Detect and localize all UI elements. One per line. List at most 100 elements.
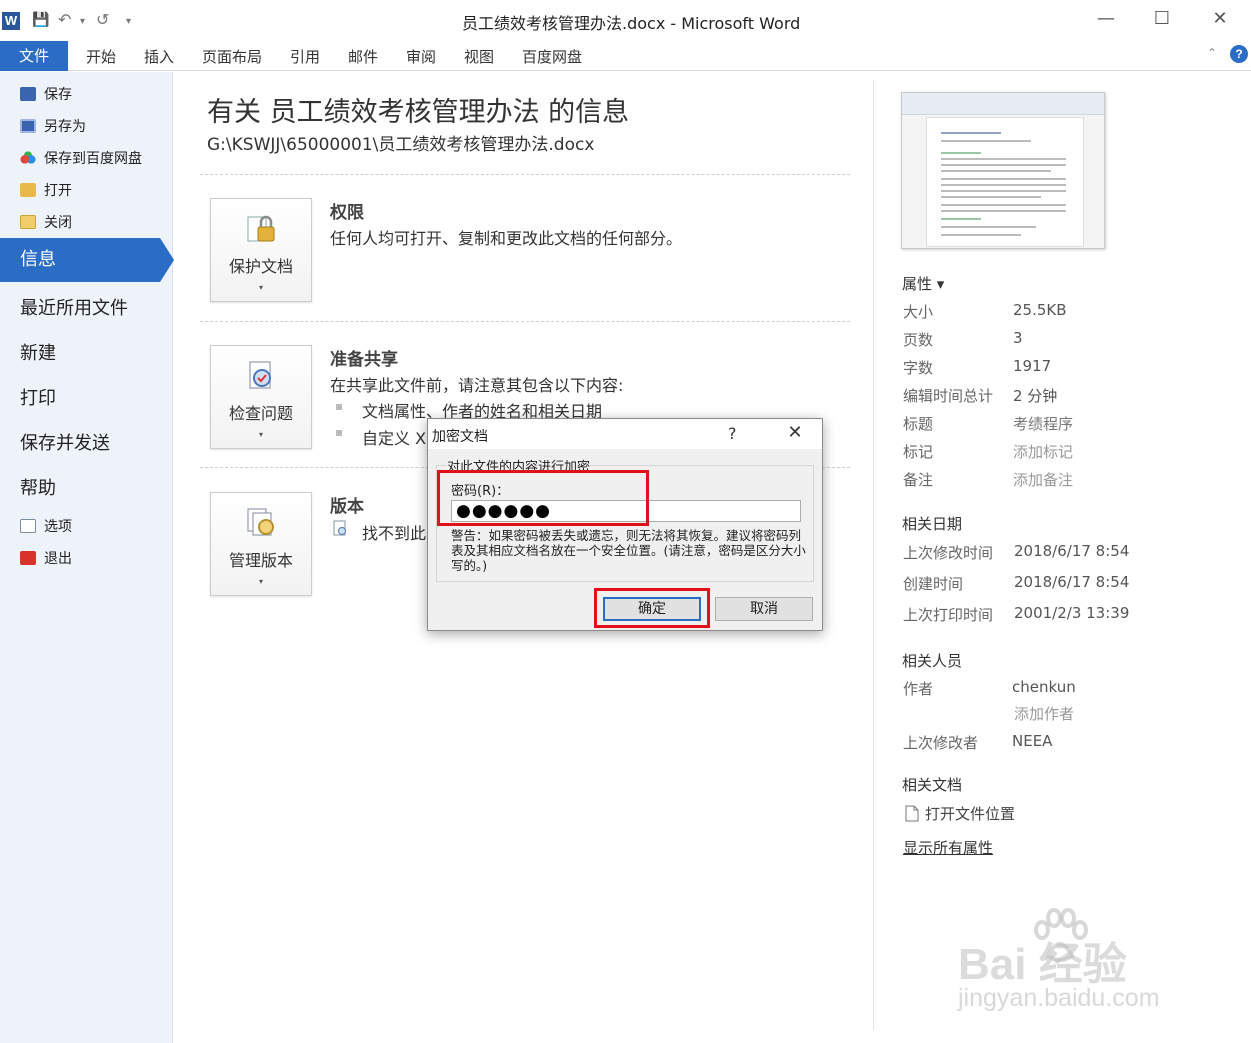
tab-baidu-netdisk[interactable]: 百度网盘 — [522, 46, 582, 67]
prop-value-edit-time: 2 分钟 — [1013, 387, 1058, 405]
section-text-prepare-sharing: 在共享此文件前，请注意其包含以下内容: — [330, 376, 624, 395]
manage-versions-button[interactable]: 管理版本 ▾ — [210, 492, 312, 596]
dialog-close-button[interactable]: ✕ — [780, 421, 810, 445]
nav-help[interactable]: 帮助 — [20, 474, 56, 500]
tab-home[interactable]: 开始 — [86, 46, 116, 67]
bullet — [336, 404, 342, 410]
tab-page-layout[interactable]: 页面布局 — [202, 46, 262, 67]
baidu-paw-icon — [1034, 908, 1088, 962]
bullet-custom-xml: 自定义 X — [362, 429, 427, 448]
save-icon[interactable]: 💾 — [32, 12, 49, 28]
prop-value-words: 1917 — [1013, 357, 1052, 375]
thumbnail-toolbar — [902, 93, 1104, 115]
lock-icon — [247, 215, 275, 242]
date-label-printed: 上次打印时间 — [903, 606, 994, 624]
options-icon — [20, 519, 36, 533]
backstage-nav: 保存 另存为 保存到百度网盘 打开 关闭 信息 最近所用文件 新建 打印 保存并… — [0, 72, 174, 1043]
cancel-button[interactable]: 取消 — [715, 597, 813, 621]
save-as-icon — [20, 119, 36, 133]
close-window-button[interactable]: ✕ — [1205, 8, 1235, 32]
nav-new[interactable]: 新建 — [20, 339, 56, 365]
close-folder-icon — [20, 215, 36, 229]
dropdown-arrow-icon: ▾ — [258, 283, 263, 292]
prop-label-edit-time: 编辑时间总计 — [903, 387, 994, 405]
nav-save[interactable]: 保存 — [20, 84, 72, 104]
date-value-created: 2018/6/17 8:54 — [1014, 573, 1130, 591]
last-modified-by-value: NEEA — [1012, 732, 1053, 750]
nav-selected-arrow — [160, 238, 174, 282]
tab-file[interactable]: 文件 — [0, 41, 68, 71]
tab-view[interactable]: 视图 — [464, 46, 494, 67]
prop-value-pages: 3 — [1013, 329, 1023, 347]
nav-exit[interactable]: 退出 — [20, 548, 72, 568]
date-value-printed: 2001/2/3 13:39 — [1014, 604, 1130, 622]
nav-open[interactable]: 打开 — [20, 180, 72, 200]
window-title: 员工绩效考核管理办法.docx - Microsoft Word — [462, 14, 801, 33]
prop-value-title[interactable]: 考绩程序 — [1013, 413, 1073, 434]
date-label-created: 创建时间 — [903, 575, 964, 593]
open-file-location-link[interactable]: 打开文件位置 — [905, 803, 1015, 824]
related-documents-header: 相关文档 — [902, 776, 963, 794]
tab-insert[interactable]: 插入 — [144, 46, 174, 67]
prop-value-size: 25.5KB — [1013, 301, 1067, 319]
prop-label-tags: 标记 — [903, 443, 934, 461]
nav-options[interactable]: 选项 — [20, 516, 72, 536]
author-value[interactable]: chenkun — [1012, 678, 1076, 696]
file-icon — [905, 805, 919, 822]
dialog-title: 加密文档 — [432, 429, 488, 445]
check-for-issues-button[interactable]: 检查问题 ▾ — [210, 345, 312, 449]
prop-label-size: 大小 — [903, 303, 934, 321]
prop-label-pages: 页数 — [903, 331, 934, 349]
dialog-help-button[interactable]: ? — [728, 424, 737, 443]
tab-references[interactable]: 引用 — [290, 46, 320, 67]
add-tags-field[interactable]: 添加标记 — [1013, 441, 1073, 462]
related-people-header: 相关人员 — [902, 652, 963, 670]
versions-icon — [247, 508, 274, 536]
thumbnail-page — [926, 117, 1084, 247]
protect-document-button[interactable]: 保护文档 ▾ — [210, 198, 312, 302]
nav-recent[interactable]: 最近所用文件 — [20, 294, 128, 320]
baidu-watermark-url: jingyan.baidu.com — [958, 984, 1160, 1012]
minimize-button[interactable]: — — [1091, 8, 1121, 32]
nav-save-to-baidu[interactable]: 保存到百度网盘 — [20, 148, 142, 168]
password-highlight-box — [437, 470, 649, 526]
section-text-permissions: 任何人均可打开、复制和更改此文档的任何部分。 — [330, 229, 683, 248]
ok-highlight-box — [594, 588, 710, 628]
add-comments-field[interactable]: 添加备注 — [1013, 469, 1073, 490]
nav-save-and-send[interactable]: 保存并发送 — [20, 429, 110, 455]
help-icon[interactable]: ? — [1230, 45, 1248, 63]
page-title: 有关 员工绩效考核管理办法 的信息 — [207, 97, 630, 128]
undo-dropdown-icon[interactable]: ▾ — [80, 16, 85, 27]
undo-icon[interactable]: ↶ — [58, 10, 71, 29]
document-version-icon — [333, 520, 346, 536]
nav-save-as[interactable]: 另存为 — [20, 116, 86, 136]
nav-info[interactable]: 信息 — [0, 238, 160, 282]
document-thumbnail[interactable] — [901, 92, 1105, 249]
baidu-cloud-icon — [20, 151, 36, 165]
inspect-document-icon — [249, 361, 271, 389]
tab-review[interactable]: 审阅 — [406, 46, 436, 67]
show-all-properties-link[interactable]: 显示所有属性 — [903, 837, 993, 858]
customize-qat-icon[interactable]: ▾ — [126, 16, 131, 27]
redo-icon[interactable]: ↺ — [96, 10, 109, 29]
properties-header[interactable]: 属性 ▾ — [902, 273, 944, 294]
prop-label-title: 标题 — [903, 415, 934, 433]
exit-icon — [20, 551, 36, 565]
section-heading-permissions: 权限 — [330, 203, 364, 223]
date-value-modified: 2018/6/17 8:54 — [1014, 542, 1130, 560]
divider — [200, 321, 850, 322]
tab-mailings[interactable]: 邮件 — [348, 46, 378, 67]
nav-close[interactable]: 关闭 — [20, 212, 72, 232]
section-heading-versions: 版本 — [330, 497, 364, 517]
collapse-ribbon-icon[interactable]: ⌃ — [1207, 46, 1217, 60]
save-icon — [20, 87, 36, 101]
nav-print[interactable]: 打印 — [20, 384, 56, 410]
related-dates-header: 相关日期 — [902, 515, 963, 533]
divider — [200, 174, 850, 175]
add-author-field[interactable]: 添加作者 — [1014, 703, 1074, 724]
pane-divider — [873, 80, 874, 1030]
open-folder-icon — [20, 183, 36, 197]
date-label-modified: 上次修改时间 — [903, 544, 994, 562]
word-app-icon[interactable]: W — [2, 12, 20, 30]
maximize-button[interactable]: ☐ — [1147, 8, 1177, 32]
